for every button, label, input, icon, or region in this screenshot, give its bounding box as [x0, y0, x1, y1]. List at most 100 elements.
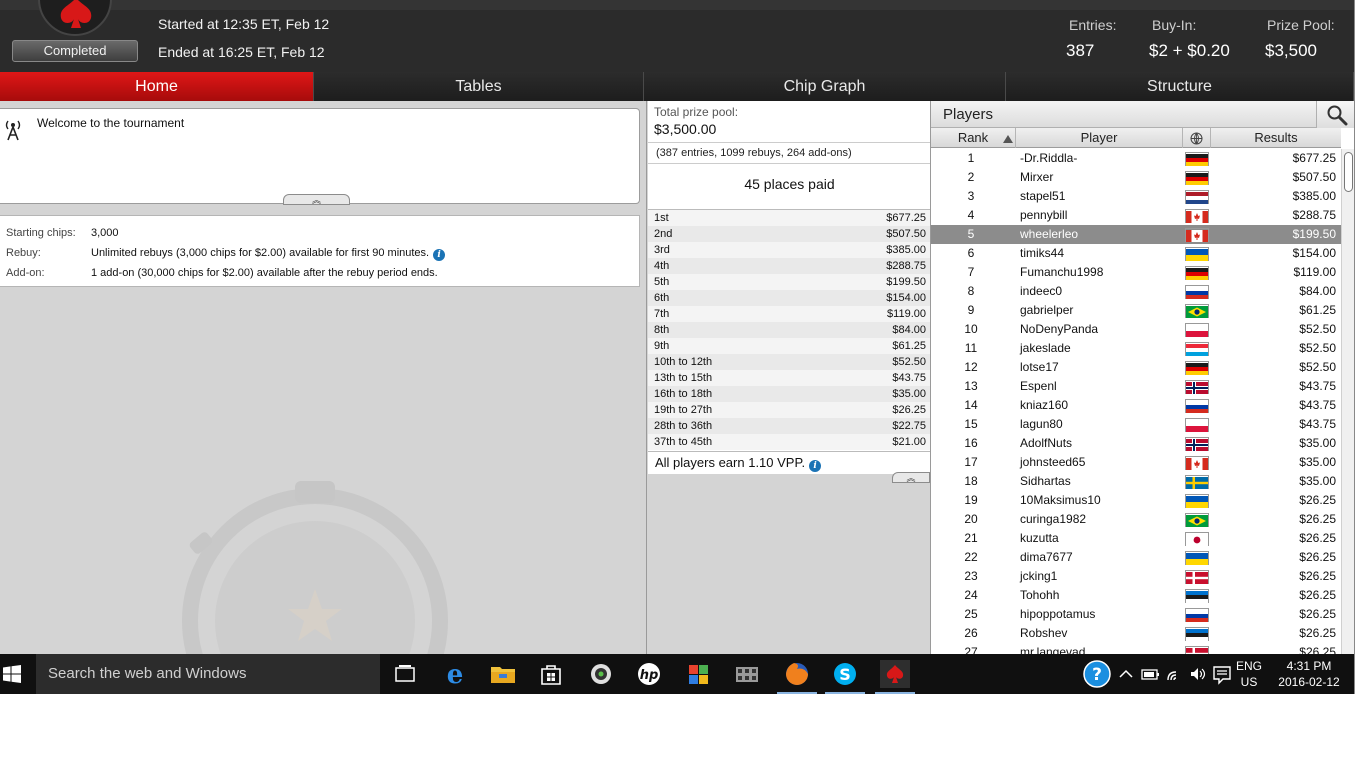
- rebuy-info: Unlimited rebuys (3,000 chips for $2.00)…: [91, 247, 446, 261]
- player-row[interactable]: 6 timiks44 $154.00: [931, 244, 1341, 263]
- player-row[interactable]: 3 stapel51 $385.00: [931, 187, 1341, 206]
- player-row[interactable]: 27 mr.langevad $26.25: [931, 643, 1341, 654]
- player-row[interactable]: 23 jcking1 $26.25: [931, 567, 1341, 586]
- player-name: johnsteed65: [1020, 455, 1086, 469]
- search-button[interactable]: [1316, 101, 1355, 128]
- players-panel: Players Rank Player Results 1 -Dr.Riddla-…: [930, 101, 1355, 654]
- player-rank: 10: [964, 322, 978, 336]
- country-flag-icon: [1185, 475, 1209, 489]
- player-row[interactable]: 17 johnsteed65 $35.00: [931, 453, 1341, 472]
- country-flag-icon: [1185, 570, 1209, 584]
- input-language[interactable]: ENG US: [1236, 658, 1262, 690]
- payout-amount: $154.00: [886, 292, 926, 304]
- player-result: $43.75: [1299, 379, 1336, 393]
- player-row[interactable]: 7 Fumanchu1998 $119.00: [931, 263, 1341, 282]
- results-column-header[interactable]: Results: [1211, 128, 1341, 148]
- player-result: $507.50: [1292, 170, 1336, 184]
- info-icon[interactable]: i: [809, 460, 822, 472]
- start-button[interactable]: [0, 654, 36, 694]
- volume-icon[interactable]: [1186, 660, 1210, 688]
- battery-icon[interactable]: [1138, 660, 1162, 688]
- tab-home[interactable]: Home: [0, 72, 314, 101]
- media-icon[interactable]: [586, 660, 616, 688]
- player-result: $61.25: [1299, 303, 1336, 317]
- task-view-icon[interactable]: [390, 660, 420, 688]
- skype-icon[interactable]: S: [825, 660, 865, 694]
- player-row[interactable]: 1 -Dr.Riddla- $677.25: [931, 149, 1341, 168]
- player-row[interactable]: 18 Sidhartas $35.00: [931, 472, 1341, 491]
- player-row[interactable]: 2 Mirxer $507.50: [931, 168, 1341, 187]
- player-row[interactable]: 26 Robshev $26.25: [931, 624, 1341, 643]
- scrollbar-thumb[interactable]: [1344, 152, 1353, 192]
- player-row[interactable]: 8 indeec0 $84.00: [931, 282, 1341, 301]
- rank-column-header[interactable]: Rank: [931, 128, 1016, 148]
- country-flag-icon: [1185, 437, 1209, 451]
- payout-row: 28th to 36th $22.75: [648, 418, 931, 434]
- file-explorer-icon[interactable]: [488, 660, 518, 688]
- player-result: $35.00: [1299, 436, 1336, 450]
- player-row[interactable]: 15 lagun80 $43.75: [931, 415, 1341, 434]
- notifications-icon[interactable]: [1210, 660, 1234, 688]
- player-result: $26.25: [1299, 550, 1336, 564]
- player-row[interactable]: 20 curinga1982 $26.25: [931, 510, 1341, 529]
- players-scrollbar[interactable]: [1341, 149, 1355, 654]
- tab-tables[interactable]: Tables: [314, 72, 644, 101]
- player-row[interactable]: 11 jakeslade $52.50: [931, 339, 1341, 358]
- payout-row: 7th $119.00: [648, 306, 931, 322]
- tournament-info-box: Starting chips: 3,000 Rebuy: Unlimited r…: [0, 215, 640, 287]
- taskbar-clock[interactable]: 4:31 PM 2016-02-12: [1276, 658, 1342, 690]
- info-icon[interactable]: i: [433, 249, 446, 261]
- chevron-up-icon[interactable]: [1115, 660, 1137, 688]
- clock-date: 2016-02-12: [1278, 675, 1340, 689]
- hp-icon[interactable]: hp: [634, 660, 664, 688]
- player-row[interactable]: 25 hipoppotamus $26.25: [931, 605, 1341, 624]
- player-rank: 21: [964, 531, 978, 545]
- player-column-header[interactable]: Player: [1016, 128, 1183, 148]
- help-icon[interactable]: ?: [1082, 660, 1112, 688]
- player-row[interactable]: 4 pennybill $288.75: [931, 206, 1341, 225]
- entries-label: Entries:: [1069, 17, 1117, 33]
- wifi-icon[interactable]: [1163, 660, 1187, 688]
- tab-structure[interactable]: Structure: [1006, 72, 1354, 101]
- player-row[interactable]: 21 kuzutta $26.25: [931, 529, 1341, 548]
- collapse-button[interactable]: ︽: [283, 194, 350, 205]
- player-row[interactable]: 14 kniaz160 $43.75: [931, 396, 1341, 415]
- country-column-header[interactable]: [1183, 128, 1211, 148]
- player-row[interactable]: 22 dima7677 $26.25: [931, 548, 1341, 567]
- tournament-header: Completed Started at 12:35 ET, Feb 12 En…: [0, 0, 1354, 72]
- collapse-button[interactable]: ︽: [892, 472, 930, 483]
- prize-box: Total prize pool: $3,500.00 (387 entries…: [648, 101, 931, 474]
- player-row[interactable]: 5 wheelerleo $199.50: [931, 225, 1341, 244]
- player-name: mr.langevad: [1020, 645, 1086, 654]
- player-result: $26.25: [1299, 512, 1336, 526]
- country-flag-icon: [1185, 456, 1209, 470]
- tab-chip-graph[interactable]: Chip Graph: [644, 72, 1006, 101]
- store-icon[interactable]: [536, 660, 566, 688]
- edge-icon[interactable]: e: [440, 660, 470, 690]
- player-result: $26.25: [1299, 531, 1336, 545]
- player-row[interactable]: 16 AdolfNuts $35.00: [931, 434, 1341, 453]
- film-icon[interactable]: [732, 660, 762, 688]
- player-result: $199.50: [1292, 227, 1336, 241]
- player-rank: 22: [964, 550, 978, 564]
- player-name: indeec0: [1020, 284, 1063, 298]
- player-row[interactable]: 24 Tohohh $26.25: [931, 586, 1341, 605]
- player-row[interactable]: 9 gabrielper $61.25: [931, 301, 1341, 320]
- total-prize-value: $3,500.00: [654, 121, 717, 137]
- places-paid: 45 places paid: [744, 176, 835, 192]
- welcome-message: Welcome to the tournament: [37, 116, 185, 130]
- player-row[interactable]: 12 lotse17 $52.50: [931, 358, 1341, 377]
- player-row[interactable]: 10 NoDenyPanda $52.50: [931, 320, 1341, 339]
- firefox-icon[interactable]: [777, 660, 817, 694]
- payout-row: 2nd $507.50: [648, 226, 931, 242]
- player-rank: 7: [967, 265, 975, 279]
- svg-text:?: ?: [1092, 665, 1102, 685]
- puzzle-icon[interactable]: [684, 660, 714, 688]
- payout-place: 3rd: [654, 244, 670, 256]
- taskbar-search-box[interactable]: Search the web and Windows: [36, 654, 380, 694]
- country-flag-icon: [1185, 494, 1209, 509]
- starting-chips-label: Starting chips:: [6, 227, 76, 239]
- pokerstars-icon[interactable]: [875, 660, 915, 694]
- player-row[interactable]: 19 10Maksimus10 $26.25: [931, 491, 1341, 510]
- player-row[interactable]: 13 Espenl $43.75: [931, 377, 1341, 396]
